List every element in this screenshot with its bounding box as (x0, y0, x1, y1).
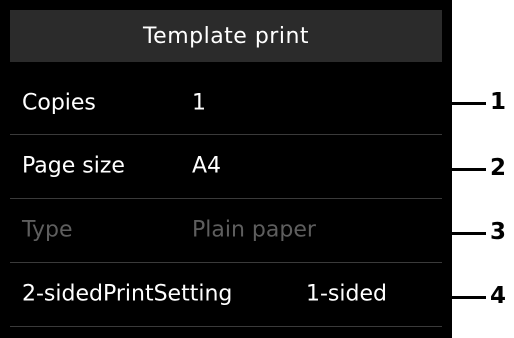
callout-number-1: 1 (490, 89, 507, 115)
row-divider (10, 326, 442, 327)
setting-row-2-sided[interactable]: 2-sidedPrintSetting 1-sided (10, 263, 442, 325)
callout-number-2: 2 (490, 155, 507, 181)
setting-label: Page size (22, 153, 125, 179)
setting-value: Plain paper (192, 217, 316, 243)
setting-label: Copies (22, 90, 96, 116)
setting-value: 1 (192, 90, 206, 116)
setting-row-copies[interactable]: Copies 1 (10, 72, 442, 134)
screen-title: Template print (10, 10, 442, 62)
setting-row-page-size[interactable]: Page size A4 (10, 135, 442, 197)
callout-line-3 (424, 232, 486, 235)
setting-value: A4 (192, 153, 222, 179)
setting-row-type: Type Plain paper (10, 199, 442, 261)
callout-line-4 (424, 296, 486, 299)
callout-number-4: 4 (490, 283, 507, 309)
setting-label: Type (22, 217, 73, 243)
setting-label: 2-sidedPrintSetting (22, 281, 233, 307)
callout-number-3: 3 (490, 219, 507, 245)
callout-line-2 (424, 168, 486, 171)
setting-value: 1-sided (306, 281, 387, 307)
callout-line-1 (424, 102, 486, 105)
printer-lcd-screen: Template print Copies 1 Page size A4 Typ… (0, 0, 452, 338)
